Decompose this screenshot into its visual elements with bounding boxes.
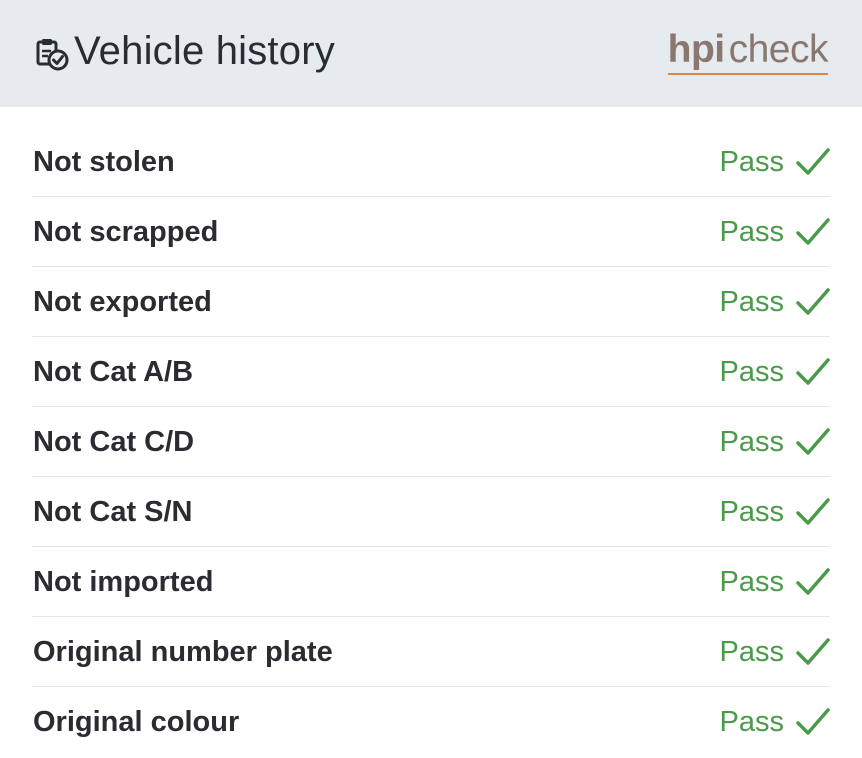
check-status: Pass: [720, 633, 830, 671]
check-status: Pass: [720, 423, 830, 461]
check-list: Not stolen Pass Not scrapped Pass Not ex…: [32, 127, 830, 756]
check-row: Original number plate Pass: [32, 617, 830, 687]
page-title: Vehicle history: [74, 29, 335, 73]
status-text: Pass: [719, 426, 784, 458]
checkmark-icon: [796, 148, 830, 175]
check-status: Pass: [720, 143, 830, 181]
check-label: Not Cat A/B: [33, 356, 194, 388]
check-label: Not stolen: [33, 146, 175, 178]
status-text: Pass: [719, 356, 784, 388]
brand-underline: [667, 73, 828, 75]
check-row: Not imported Pass: [32, 547, 830, 617]
checkmark-icon: [796, 428, 830, 455]
vehicle-history-card: Vehicle history hpi check Not stolen Pass…: [0, 0, 862, 758]
checkmark-icon: [796, 638, 830, 665]
check-row: Not Cat C/D Pass: [32, 407, 830, 477]
check-row: Not exported Pass: [32, 267, 830, 337]
check-status: Pass: [720, 563, 830, 601]
check-status: Pass: [720, 493, 830, 531]
hpi-check-logo: hpi check: [667, 28, 829, 78]
brand-check-text: check: [728, 28, 829, 71]
check-label: Not Cat C/D: [33, 426, 195, 458]
status-text: Pass: [719, 706, 784, 738]
checkmark-icon: [796, 708, 830, 735]
check-status: Pass: [720, 283, 830, 321]
check-label: Not scrapped: [33, 216, 219, 248]
check-row: Not scrapped Pass: [32, 197, 830, 267]
check-row: Not Cat S/N Pass: [32, 477, 830, 547]
brand-hpi-text: hpi: [667, 28, 725, 71]
check-status: Pass: [720, 703, 830, 741]
status-text: Pass: [719, 216, 784, 248]
check-label: Original colour: [33, 706, 240, 738]
status-text: Pass: [719, 146, 784, 178]
status-text: Pass: [719, 636, 784, 668]
check-status: Pass: [720, 213, 830, 251]
clipboard-check-icon: [36, 39, 69, 71]
checkmark-icon: [796, 288, 830, 315]
checkmark-icon: [796, 358, 830, 385]
check-label: Not imported: [33, 566, 214, 598]
check-label: Not exported: [33, 286, 212, 318]
check-row: Not Cat A/B Pass: [32, 337, 830, 407]
check-label: Not Cat S/N: [33, 496, 193, 528]
status-text: Pass: [719, 496, 784, 528]
checkmark-icon: [796, 498, 830, 525]
check-status: Pass: [720, 353, 830, 391]
check-row: Not stolen Pass: [32, 127, 830, 197]
checkmark-icon: [796, 218, 830, 245]
status-text: Pass: [719, 566, 784, 598]
check-label: Original number plate: [33, 636, 333, 668]
checkmark-icon: [796, 568, 830, 595]
check-row: Original colour Pass: [32, 687, 830, 756]
card-header: Vehicle history hpi check: [0, 0, 862, 107]
status-text: Pass: [719, 286, 784, 318]
